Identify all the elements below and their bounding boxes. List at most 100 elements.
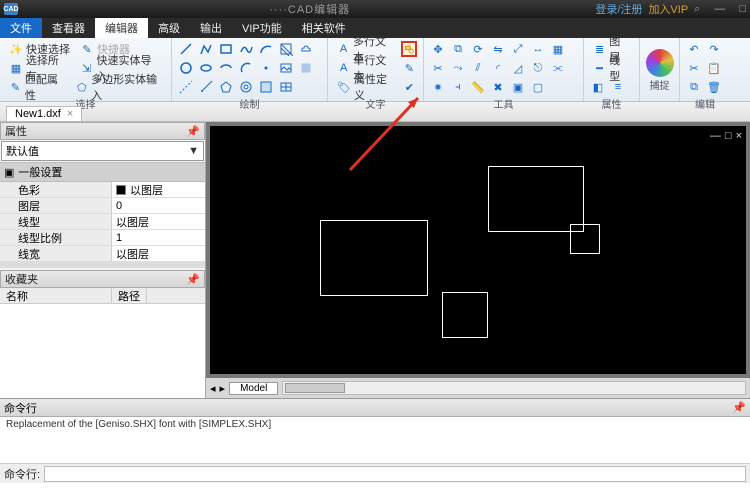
viewport-minimize-icon[interactable]: — <box>710 130 721 142</box>
properties-selector[interactable]: 默认值 ▼ <box>1 141 204 161</box>
arc-icon[interactable] <box>258 41 274 57</box>
text-style-icon[interactable]: ✎ <box>402 60 417 76</box>
redo-icon[interactable]: ↷ <box>706 41 722 57</box>
menu-tab-viewer[interactable]: 查看器 <box>42 18 95 38</box>
align-icon[interactable]: ⫞ <box>450 79 466 95</box>
rect-entity[interactable] <box>320 220 428 296</box>
rotate-icon[interactable]: ⟳ <box>470 41 486 57</box>
copy-icon[interactable]: ⧉ <box>450 41 466 57</box>
prop-row-lineweight[interactable]: 线宽以图层 <box>0 246 205 262</box>
drawing-canvas[interactable]: — □ × <box>210 126 746 374</box>
rect-entity[interactable] <box>488 166 584 232</box>
attrdef-button[interactable]: 🏷属性定义 <box>334 78 398 96</box>
horizontal-scrollbar[interactable] <box>282 381 746 395</box>
ribbon-group-capture[interactable]: 捕捉 <box>640 38 680 101</box>
polyline-icon[interactable] <box>198 41 214 57</box>
fillet-icon[interactable]: ◜ <box>490 60 506 76</box>
document-tab[interactable]: New1.dxf × <box>6 106 82 121</box>
wipeout-icon[interactable] <box>258 79 274 95</box>
undo-icon[interactable]: ↶ <box>686 41 702 57</box>
menu-tab-editor[interactable]: 编辑器 <box>95 18 148 38</box>
favorites-col-path[interactable]: 路径 <box>112 288 147 303</box>
pin-icon[interactable]: 📌 <box>186 273 200 286</box>
menu-tab-advanced[interactable]: 高级 <box>148 18 190 38</box>
close-tab-icon[interactable]: × <box>67 108 73 120</box>
login-link[interactable]: 登录/注册 <box>595 1 642 17</box>
paste-icon[interactable]: 📋 <box>706 60 722 76</box>
match-props-button[interactable]: ✎匹配属性 <box>6 78 68 96</box>
table-icon[interactable] <box>278 79 294 95</box>
ellipse-icon[interactable] <box>198 60 214 76</box>
menu-tab-file[interactable]: 文件 <box>0 18 42 38</box>
block-icon[interactable] <box>298 60 314 76</box>
favorites-panel-header[interactable]: 收藏夹 📌 <box>0 270 205 288</box>
ellipse-arc-icon[interactable] <box>218 60 234 76</box>
lineweight-icon[interactable]: ≡ <box>610 79 626 95</box>
explode-icon[interactable]: ✷ <box>430 79 446 95</box>
circle-icon[interactable] <box>178 60 194 76</box>
menu-tab-output[interactable]: 输出 <box>190 18 232 38</box>
properties-panel-header[interactable]: 属性 📌 <box>0 122 205 140</box>
scale-icon[interactable]: ⤢ <box>510 41 526 57</box>
prop-row-color[interactable]: 色彩以图层 <box>0 182 205 198</box>
polygon-input-button[interactable]: ⬠多边形实体输入 <box>72 78 165 96</box>
command-input[interactable] <box>44 466 746 482</box>
donut-icon[interactable] <box>238 79 254 95</box>
trim-icon[interactable]: ✂ <box>430 60 446 76</box>
prop-row-layer[interactable]: 图层0 <box>0 198 205 214</box>
pin-icon[interactable]: 📌 <box>186 125 200 138</box>
stretch-icon[interactable]: ↔ <box>530 41 546 57</box>
prop-row-linetype[interactable]: 线型以图层 <box>0 214 205 230</box>
command-panel-header[interactable]: 命令行 📌 <box>0 399 750 417</box>
point-icon[interactable] <box>258 60 274 76</box>
color-icon[interactable]: ◧ <box>590 79 606 95</box>
viewport-maximize-icon[interactable]: □ <box>725 130 732 142</box>
hatch-icon[interactable] <box>278 41 294 57</box>
erase-icon[interactable]: ✖ <box>490 79 506 95</box>
rect-entity[interactable] <box>442 292 488 338</box>
search-icon[interactable]: ⌕ <box>694 3 700 16</box>
window-maximize[interactable]: □ <box>739 3 746 15</box>
mirror-icon[interactable]: ⇋ <box>490 41 506 57</box>
delete-icon[interactable]: 🗑 <box>706 79 722 95</box>
line-icon[interactable] <box>178 41 194 57</box>
prop-row-ltscale[interactable]: 线型比例1 <box>0 230 205 246</box>
construction-line-icon[interactable] <box>178 79 194 95</box>
rect-entity[interactable] <box>570 224 600 254</box>
extend-icon[interactable]: ⤳ <box>450 60 466 76</box>
viewport-close-icon[interactable]: × <box>736 130 742 142</box>
measure-icon[interactable]: 📏 <box>470 79 486 95</box>
menu-tab-vip[interactable]: VIP功能 <box>232 18 292 38</box>
properties-category[interactable]: ▣一般设置 <box>0 162 205 182</box>
command-history[interactable]: Replacement of the [Geniso.SHX] font wit… <box>0 417 750 463</box>
scrollbar-thumb[interactable] <box>285 383 345 393</box>
spline-icon[interactable] <box>238 41 254 57</box>
rectangle-icon[interactable] <box>218 41 234 57</box>
vip-link[interactable]: 加入VIP <box>648 1 688 17</box>
find-text-button[interactable] <box>401 41 417 57</box>
layout-nav-right[interactable]: ▸ <box>220 382 226 395</box>
array-icon[interactable]: ▦ <box>550 41 566 57</box>
offset-icon[interactable]: ⫽ <box>470 60 486 76</box>
move-icon[interactable]: ✥ <box>430 41 446 57</box>
favorites-col-name[interactable]: 名称 <box>0 288 112 303</box>
image-icon[interactable] <box>278 60 294 76</box>
favorites-body[interactable] <box>0 304 205 398</box>
chamfer-icon[interactable]: ◿ <box>510 60 526 76</box>
group-icon[interactable]: ▣ <box>510 79 526 95</box>
linetype-button[interactable]: ━线型 <box>590 59 633 77</box>
menu-tab-related[interactable]: 相关软件 <box>292 18 356 38</box>
polygon2-icon[interactable] <box>218 79 234 95</box>
pin-icon[interactable]: 📌 <box>732 401 746 414</box>
model-tab[interactable]: Model <box>229 382 278 395</box>
spell-icon[interactable]: ✔ <box>402 79 417 95</box>
cut-icon[interactable]: ✂ <box>686 60 702 76</box>
copy2-icon[interactable]: ⧉ <box>686 79 702 95</box>
ungroup-icon[interactable]: ▢ <box>530 79 546 95</box>
break-icon[interactable]: ⎋ <box>530 60 546 76</box>
layout-nav-left[interactable]: ◂ <box>210 382 216 395</box>
cloud-icon[interactable] <box>298 41 314 57</box>
ray-icon[interactable] <box>198 79 214 95</box>
arc2-icon[interactable] <box>238 60 254 76</box>
join-icon[interactable]: ⫘ <box>550 60 566 76</box>
